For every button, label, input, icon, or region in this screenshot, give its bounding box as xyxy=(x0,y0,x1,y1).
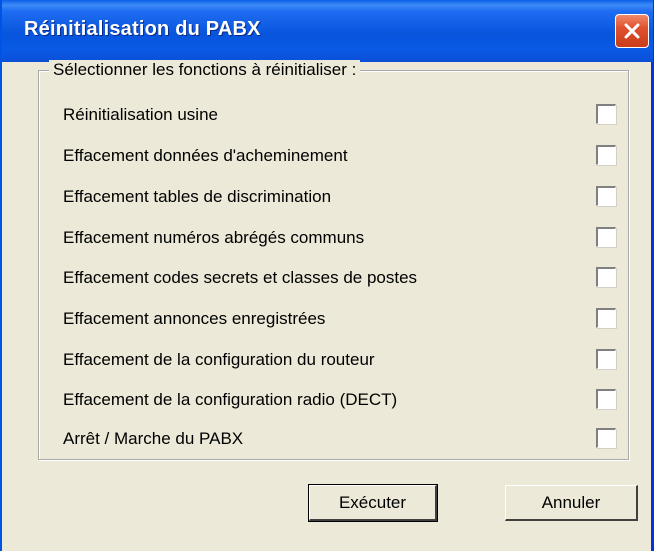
reset-options-group: Sélectionner les fonctions à réinitialis… xyxy=(38,60,629,460)
execute-button[interactable]: Exécuter xyxy=(308,484,438,522)
option-label: Réinitialisation usine xyxy=(63,105,218,124)
option-checkbox[interactable] xyxy=(596,308,616,328)
option-checkbox[interactable] xyxy=(596,145,616,165)
option-secret-codes: Effacement codes secrets et classes de p… xyxy=(63,266,616,290)
title-bar[interactable]: Réinitialisation du PABX xyxy=(2,0,653,62)
option-checkbox[interactable] xyxy=(596,227,616,247)
option-factory-reset: Réinitialisation usine xyxy=(63,103,616,127)
option-power-cycle: Arrêt / Marche du PABX xyxy=(63,428,616,449)
option-label: Effacement données d'acheminement xyxy=(63,146,348,165)
execute-button-label: Exécuter xyxy=(338,493,407,512)
option-checkbox[interactable] xyxy=(596,389,616,409)
option-label: Arrêt / Marche du PABX xyxy=(63,429,244,448)
option-label: Effacement de la configuration radio (DE… xyxy=(63,390,398,409)
option-router-config: Effacement de la configuration du routeu… xyxy=(63,348,616,372)
option-dect-config: Effacement de la configuration radio (DE… xyxy=(63,388,616,412)
dialog-window: Réinitialisation du PABX Sélectionner le… xyxy=(0,0,654,551)
option-checkbox[interactable] xyxy=(596,428,616,448)
option-announcements: Effacement annonces enregistrées xyxy=(63,307,616,331)
option-label: Effacement codes secrets et classes de p… xyxy=(63,268,418,287)
group-legend: Sélectionner les fonctions à réinitialis… xyxy=(49,60,361,80)
option-speed-dial: Effacement numéros abrégés communs xyxy=(63,226,616,250)
option-checkbox[interactable] xyxy=(596,349,616,369)
option-routing-data: Effacement données d'acheminement xyxy=(63,144,616,168)
option-label: Effacement de la configuration du routeu… xyxy=(63,350,375,369)
window-title: Réinitialisation du PABX xyxy=(24,18,261,40)
option-label: Effacement tables de discrimination xyxy=(63,187,332,206)
option-label: Effacement numéros abrégés communs xyxy=(63,228,365,247)
close-button[interactable] xyxy=(615,14,649,48)
cancel-button-label: Annuler xyxy=(541,493,601,512)
option-checkbox[interactable] xyxy=(596,267,616,287)
option-checkbox[interactable] xyxy=(596,186,616,206)
option-checkbox[interactable] xyxy=(596,104,616,124)
option-discrimination-tables: Effacement tables de discrimination xyxy=(63,185,616,209)
cancel-button[interactable]: Annuler xyxy=(505,485,638,521)
close-icon xyxy=(624,23,640,39)
option-label: Effacement annonces enregistrées xyxy=(63,309,326,328)
